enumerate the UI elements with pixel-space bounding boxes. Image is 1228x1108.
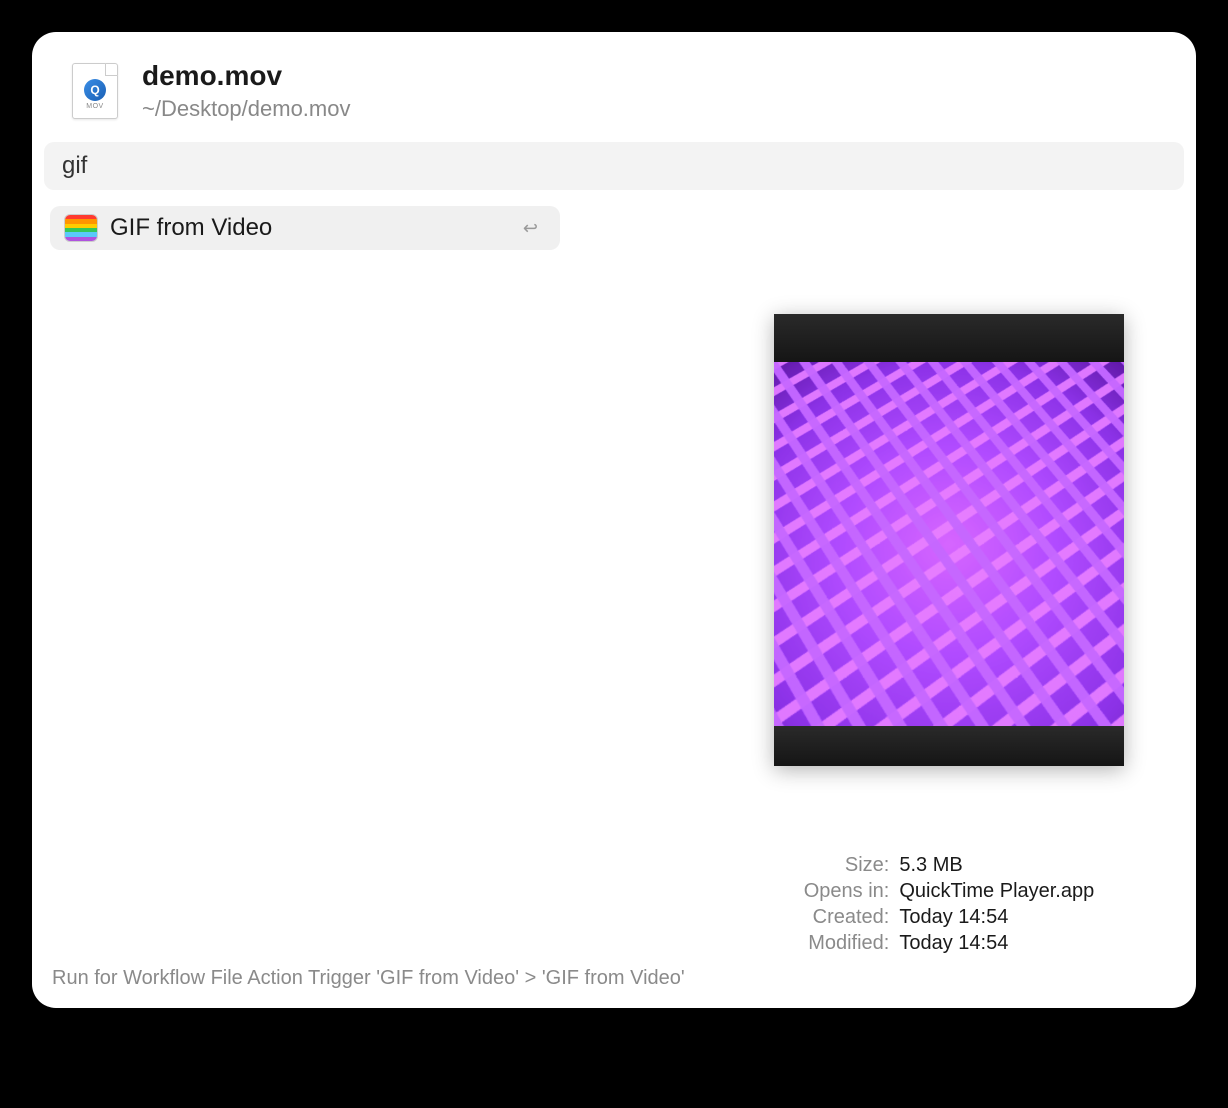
file-title: demo.mov	[142, 60, 350, 92]
file-extension-badge: MOV	[86, 103, 103, 110]
file-path: ~/Desktop/demo.mov	[142, 96, 350, 122]
result-label: GIF from Video	[110, 214, 515, 242]
meta-opens-label: Opens in:	[804, 878, 890, 904]
movie-file-icon: MOV	[72, 63, 118, 119]
meta-opens-value: QuickTime Player.app	[899, 878, 1094, 904]
meta-modified-value: Today 14:54	[899, 930, 1094, 956]
result-item-gif-from-video[interactable]: GIF from Video ↩	[50, 206, 560, 250]
footer-hint: Run for Workflow File Action Trigger 'GI…	[52, 967, 685, 990]
thumbnail-content	[774, 362, 1124, 726]
file-header: MOV demo.mov ~/Desktop/demo.mov	[44, 60, 1184, 142]
meta-size-value: 5.3 MB	[899, 852, 1094, 878]
meta-modified-label: Modified:	[804, 930, 890, 956]
preview-pane: Size: 5.3 MB Opens in: QuickTime Player.…	[774, 314, 1124, 956]
file-header-text: demo.mov ~/Desktop/demo.mov	[142, 60, 350, 122]
file-metadata: Size: 5.3 MB Opens in: QuickTime Player.…	[774, 852, 1124, 956]
quicktime-icon	[84, 79, 106, 101]
rainbow-stripes-icon	[64, 214, 98, 242]
preview-thumbnail	[774, 314, 1124, 766]
return-icon: ↩	[515, 218, 546, 239]
launcher-window: MOV demo.mov ~/Desktop/demo.mov gif GIF …	[32, 32, 1196, 1008]
meta-size-label: Size:	[804, 852, 890, 878]
search-input[interactable]: gif	[44, 142, 1184, 190]
meta-created-label: Created:	[804, 904, 890, 930]
thumbnail-titlebar	[774, 314, 1124, 362]
thumbnail-bottombar	[774, 726, 1124, 766]
meta-created-value: Today 14:54	[899, 904, 1094, 930]
